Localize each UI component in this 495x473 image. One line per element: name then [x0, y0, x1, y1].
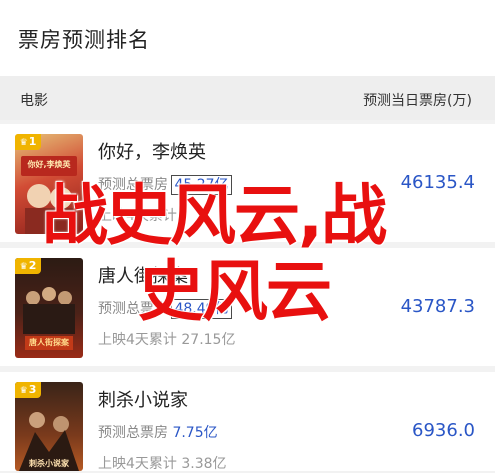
page-title: 票房预测排名	[18, 28, 150, 52]
rank-badge: ♛3	[15, 382, 41, 398]
forecast-total: 预测总票房 48.49亿	[98, 299, 232, 319]
forecast-total: 预测总票房 7.75亿	[98, 425, 218, 441]
movie-name: 刺杀小说家	[98, 390, 188, 411]
forecast-total-value: 7.75亿	[172, 425, 218, 441]
forecast-total: 预测总票房 45.27亿	[98, 175, 232, 195]
forecast-total-value: 45.27亿	[171, 175, 232, 195]
column-daily-forecast-label[interactable]: 预测当日票房(万)	[363, 90, 472, 110]
column-movie-label: 电影	[20, 93, 48, 109]
list-item[interactable]: ♛1 你好,李焕英 你好，李焕英 预测总票房 45.27亿 上映4天累计 461…	[0, 124, 495, 242]
movie-poster: ♛1 你好,李焕英	[15, 134, 83, 234]
daily-forecast-value: 6936.0	[412, 420, 475, 441]
rank-badge: ♛1	[15, 134, 41, 150]
poster-title: 唐人街探案	[29, 338, 69, 347]
rank-badge: ♛2	[15, 258, 41, 274]
list-item[interactable]: ♛2 唐人街探案 唐人街探案3 预测总票房 48.49亿 上映4天累计 27.1…	[0, 248, 495, 366]
movie-name: 唐人街探案3	[98, 266, 200, 287]
forecast-total-value: 48.49亿	[171, 299, 232, 319]
daily-forecast-value: 43787.3	[400, 296, 475, 317]
movie-poster: ♛3 刺杀小说家	[15, 382, 83, 471]
released-total: 上映4天累计 27.15亿	[98, 332, 236, 348]
column-header: 电影 预测当日票房(万)	[0, 76, 495, 120]
daily-forecast-value: 46135.4	[400, 172, 475, 193]
poster-title: 刺杀小说家	[29, 459, 69, 468]
movie-name: 你好，李焕英	[98, 142, 206, 163]
poster-title: 你好,李焕英	[27, 160, 71, 169]
app-header: 票房预测排名	[0, 0, 495, 76]
list-item[interactable]: ♛3 刺杀小说家 刺杀小说家 预测总票房 7.75亿 上映4天累计 3.38亿 …	[0, 372, 495, 472]
movie-poster: ♛2 唐人街探案	[15, 258, 83, 358]
released-total: 上映4天累计	[98, 208, 177, 224]
released-total: 上映4天累计 3.38亿	[98, 456, 227, 472]
